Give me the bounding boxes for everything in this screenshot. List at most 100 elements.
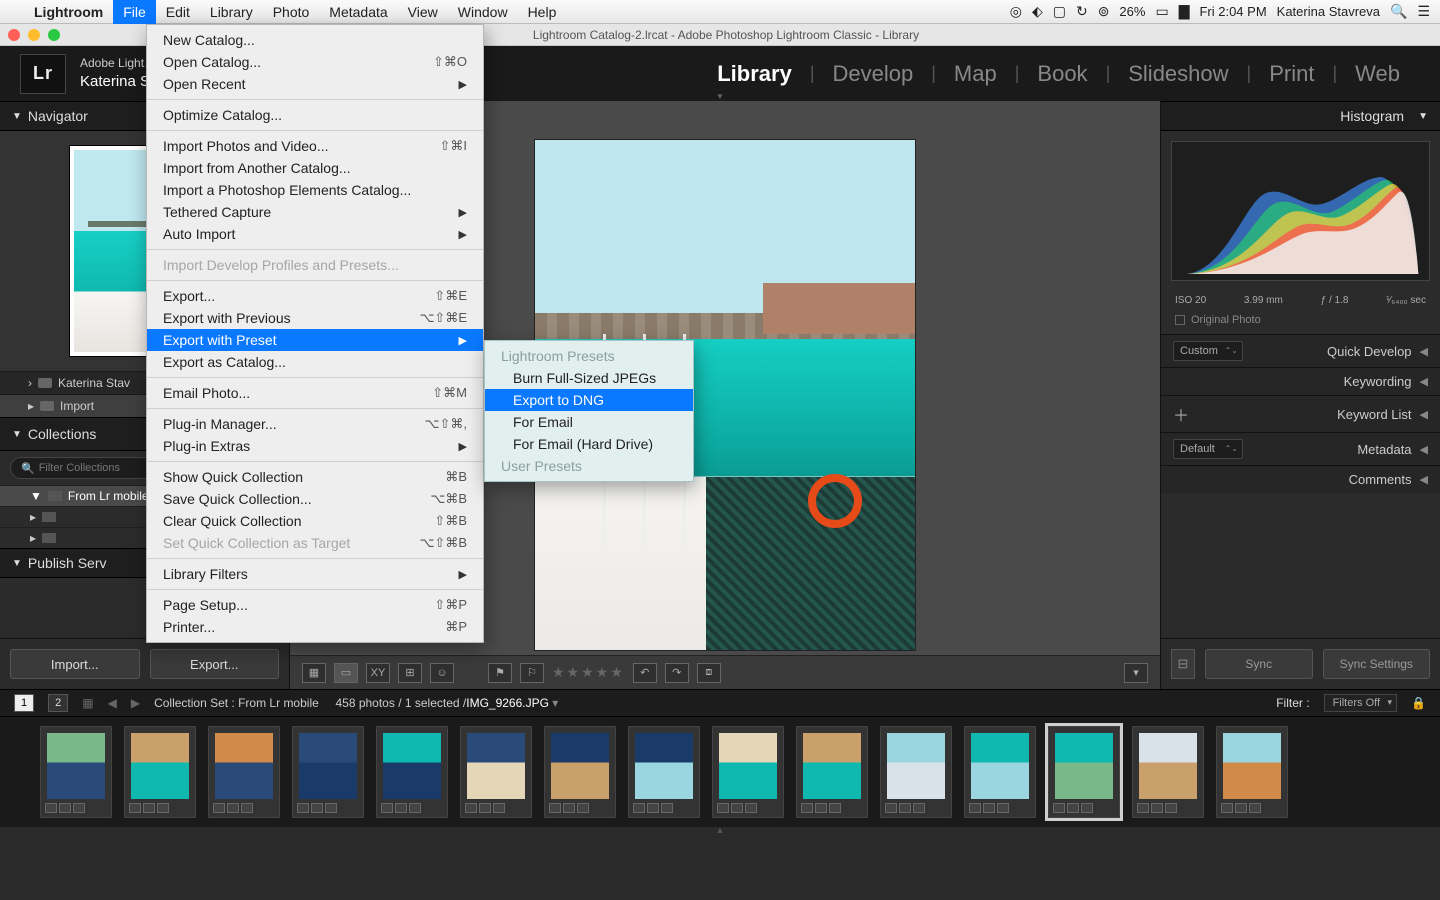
sync-settings-button[interactable]: Sync Settings (1323, 649, 1431, 679)
file-menu-item[interactable]: Email Photo...⇧⌘M (147, 382, 483, 404)
filmstrip-thumb[interactable] (796, 726, 868, 818)
survey-view-button[interactable]: ⊞ (398, 663, 422, 683)
compare-view-button[interactable]: XY (366, 663, 390, 683)
file-menu-item[interactable]: New Catalog... (147, 29, 483, 51)
file-menu-item[interactable]: Open Recent▶ (147, 73, 483, 95)
battery-icon[interactable]: ▭ (1155, 3, 1168, 20)
file-menu-item[interactable]: Auto Import▶ (147, 223, 483, 245)
filter-lock-icon[interactable]: 🔒 (1411, 696, 1426, 710)
minimize-window-button[interactable] (28, 29, 40, 41)
export-button[interactable]: Export... (150, 649, 280, 679)
filmstrip-thumb[interactable] (964, 726, 1036, 818)
module-slideshow[interactable]: Slideshow (1128, 61, 1228, 87)
file-menu-item[interactable]: Import a Photoshop Elements Catalog... (147, 179, 483, 201)
grid-icon[interactable]: ▦ (82, 696, 93, 710)
module-library[interactable]: Library (717, 61, 792, 87)
filmstrip-thumb[interactable] (460, 726, 532, 818)
submenu-item[interactable]: For Email (485, 411, 693, 433)
filmstrip-thumb[interactable] (40, 726, 112, 818)
filmstrip[interactable] (0, 717, 1440, 827)
people-view-button[interactable]: ☺ (430, 663, 454, 683)
menu-window[interactable]: Window (448, 0, 518, 24)
module-map[interactable]: Map (954, 61, 997, 87)
module-book[interactable]: Book (1037, 61, 1087, 87)
submenu-item[interactable]: Export to DNG (485, 389, 693, 411)
face-tagging-button[interactable]: ⧈ (697, 663, 721, 683)
wifi-icon[interactable]: ⊚ (1098, 3, 1110, 20)
filmstrip-thumb[interactable] (1216, 726, 1288, 818)
menu-view[interactable]: View (398, 0, 448, 24)
flag-icon[interactable]: ▇ (1179, 3, 1190, 20)
secondary-display-1-button[interactable]: 1 (14, 694, 34, 712)
file-menu-item[interactable]: Tethered Capture▶ (147, 201, 483, 223)
menu-help[interactable]: Help (518, 0, 567, 24)
control-center-icon[interactable]: ☰ (1417, 3, 1430, 20)
prev-photo-button[interactable]: ◀ (108, 696, 117, 710)
filter-preset-dropdown[interactable]: Filters Off (1324, 694, 1397, 712)
filmstrip-thumb[interactable] (1048, 726, 1120, 818)
airplay-icon[interactable]: ▢ (1053, 3, 1066, 20)
file-menu-item[interactable]: Plug-in Manager...⌥⇧⌘, (147, 413, 483, 435)
keyword-list-header[interactable]: ＋ Keyword List ◀ (1161, 395, 1440, 432)
filmstrip-thumb[interactable] (1132, 726, 1204, 818)
submenu-item[interactable]: Burn Full-Sized JPEGs (485, 367, 693, 389)
metadata-preset-dropdown[interactable]: Default (1173, 439, 1243, 459)
sync-button[interactable]: Sync (1205, 649, 1313, 679)
filmstrip-thumb[interactable] (124, 726, 196, 818)
checkbox-icon[interactable] (1175, 315, 1185, 325)
file-menu-item[interactable]: Export...⇧⌘E (147, 285, 483, 307)
file-menu-item[interactable]: Open Catalog...⇧⌘O (147, 51, 483, 73)
file-menu-item[interactable]: Import Photos and Video...⇧⌘I (147, 135, 483, 157)
time-machine-icon[interactable]: ↻ (1076, 3, 1088, 20)
keywording-header[interactable]: Keywording ◀ (1161, 367, 1440, 395)
zoom-window-button[interactable] (48, 29, 60, 41)
filename-menu-icon[interactable]: ▾ (552, 696, 558, 710)
sync-toggle-button[interactable]: ⊟ (1171, 649, 1195, 679)
clock[interactable]: Fri 2:04 PM (1199, 4, 1266, 19)
rating-stars[interactable]: ★★★★★ (552, 664, 625, 681)
file-menu-item[interactable]: Export with Previous⌥⇧⌘E (147, 307, 483, 329)
file-menu-item[interactable]: Plug-in Extras▶ (147, 435, 483, 457)
filmstrip-thumb[interactable] (544, 726, 616, 818)
grid-view-button[interactable]: ▦ (302, 663, 326, 683)
file-menu-item[interactable]: Export as Catalog... (147, 351, 483, 373)
histogram-header[interactable]: Histogram ▼ (1161, 101, 1440, 131)
submenu-item[interactable]: For Email (Hard Drive) (485, 433, 693, 455)
creative-cloud-icon[interactable]: ◎ (1010, 3, 1022, 20)
plus-icon[interactable]: ＋ (1173, 402, 1191, 426)
filmstrip-thumb[interactable] (628, 726, 700, 818)
flag-pick-button[interactable]: ⚑ (488, 663, 512, 683)
file-menu-item[interactable]: Page Setup...⇧⌘P (147, 594, 483, 616)
menu-library[interactable]: Library (200, 0, 263, 24)
file-menu-item[interactable]: Library Filters▶ (147, 563, 483, 585)
file-menu-item[interactable]: Export with Preset▶ (147, 329, 483, 351)
file-menu-item[interactable]: Import from Another Catalog... (147, 157, 483, 179)
file-menu-item[interactable]: Show Quick Collection⌘B (147, 466, 483, 488)
metadata-header[interactable]: Default Metadata ◀ (1161, 432, 1440, 465)
source-label[interactable]: Collection Set : From Lr mobile (154, 696, 319, 710)
filmstrip-thumb[interactable] (292, 726, 364, 818)
toolbar-menu-button[interactable]: ▾ (1124, 663, 1148, 683)
import-button[interactable]: Import... (10, 649, 140, 679)
file-menu-item[interactable]: Save Quick Collection...⌥⌘B (147, 488, 483, 510)
quick-develop-header[interactable]: Custom Quick Develop ◀ (1161, 334, 1440, 367)
filmstrip-thumb[interactable] (376, 726, 448, 818)
loupe-view-button[interactable]: ▭ (334, 663, 358, 683)
file-menu-item[interactable]: Optimize Catalog... (147, 104, 483, 126)
rotate-ccw-button[interactable]: ↶ (633, 663, 657, 683)
rotate-cw-button[interactable]: ↷ (665, 663, 689, 683)
filmstrip-thumb[interactable] (880, 726, 952, 818)
menu-metadata[interactable]: Metadata (319, 0, 397, 24)
app-name[interactable]: Lightroom (24, 4, 113, 20)
next-photo-button[interactable]: ▶ (131, 696, 140, 710)
menubar-user[interactable]: Katerina Stavreva (1277, 4, 1380, 19)
original-photo-row[interactable]: Original Photo (1161, 310, 1440, 334)
module-print[interactable]: Print (1269, 61, 1314, 87)
file-menu-item[interactable]: Clear Quick Collection⇧⌘B (147, 510, 483, 532)
flag-reject-button[interactable]: ⚐ (520, 663, 544, 683)
module-web[interactable]: Web (1355, 61, 1400, 87)
spotlight-icon[interactable]: 🔍 (1390, 3, 1407, 20)
panel-collapse-grip-bottom[interactable]: ▲ (0, 827, 1440, 837)
menu-edit[interactable]: Edit (156, 0, 200, 24)
menu-photo[interactable]: Photo (263, 0, 320, 24)
